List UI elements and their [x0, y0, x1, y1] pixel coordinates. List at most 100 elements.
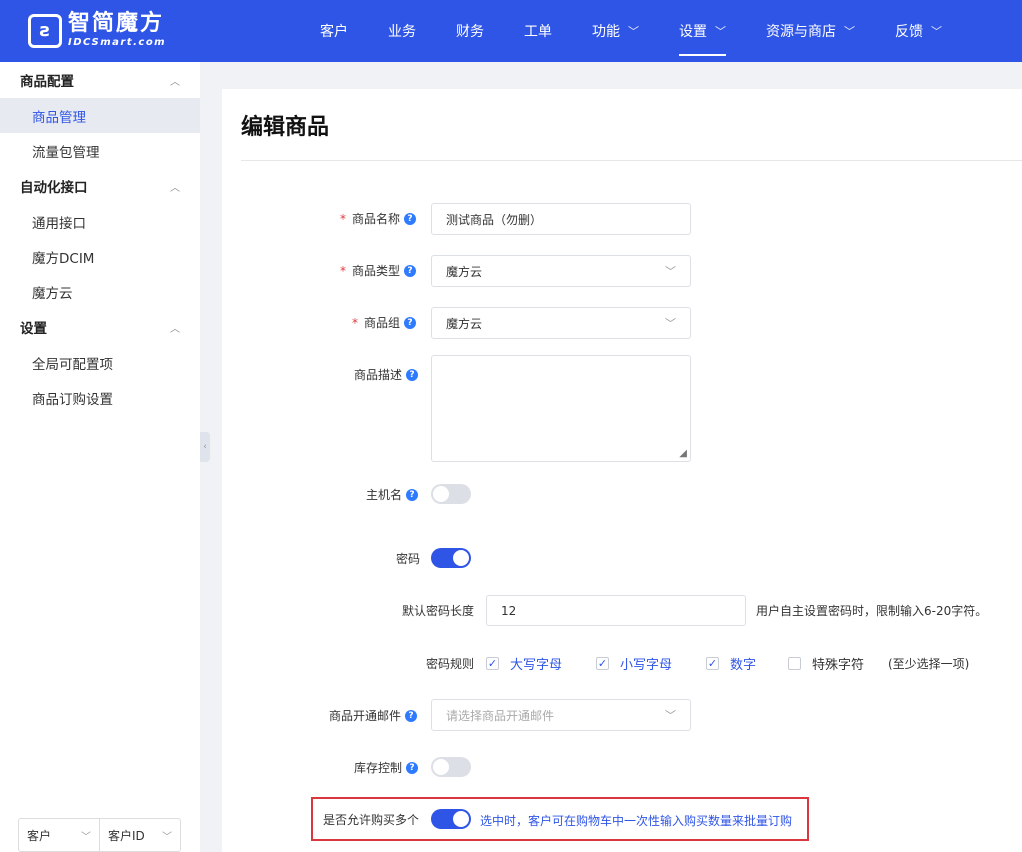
nav-resources-label: 资源与商店 [766, 24, 836, 40]
hostname-label-text: 主机名 [366, 488, 403, 502]
sidebar-group-automation-api[interactable]: 自动化接口 ︿ [0, 168, 200, 204]
nav-feedback-label: 反馈 [895, 24, 923, 40]
sidebar-item-dcim[interactable]: 魔方DCIM [0, 239, 200, 274]
sidebar-item-label: 魔方DCIM [32, 250, 95, 267]
sidebar-item-product-management[interactable]: 商品管理 [0, 98, 200, 133]
nav-ticket-label: 工单 [524, 24, 552, 40]
help-icon[interactable]: ? [405, 709, 418, 722]
nav-customer[interactable]: 客户 [300, 0, 368, 62]
sidebar-item-global-config[interactable]: 全局可配置项 [0, 345, 200, 380]
sidebar-item-order-settings[interactable]: 商品订购设置 [0, 380, 200, 415]
pwd-length-value: 12 [501, 603, 517, 618]
help-icon[interactable]: ? [404, 264, 417, 277]
product-desc-label-text: 商品描述 [354, 368, 403, 382]
sidebar-group-label: 设置 [20, 321, 47, 337]
product-desc-label: 商品描述? [354, 366, 419, 383]
help-icon[interactable]: ? [406, 761, 419, 774]
check-icon: ✓ [596, 657, 609, 670]
chevron-up-icon: ︿ [170, 76, 180, 88]
chevron-down-icon: ﹀ [628, 25, 639, 38]
password-label: 密码 [396, 550, 420, 567]
top-navbar: ꙅ 智简魔方 IDCSmart.com 客户 业务 财务 工单 功能 ﹀ 设置 ﹀ … [0, 0, 1022, 62]
resize-grip-icon[interactable]: ◢ [679, 448, 687, 459]
product-name-value: 测试商品（勿删） [446, 212, 543, 227]
chevron-down-icon: ﹀ [931, 25, 942, 38]
sidebar-group-label: 自动化接口 [20, 180, 88, 196]
checkbox-lowercase[interactable]: ✓ 小写字母 [596, 654, 672, 673]
sidebar-collapse-handle[interactable]: ‹ [200, 432, 210, 462]
sidebar-item-cloud[interactable]: 魔方云 [0, 274, 200, 309]
pwd-rules-note: (至少选择一项) [888, 657, 970, 671]
checkbox-digits[interactable]: ✓ 数字 [706, 654, 756, 673]
pwd-length-label: 默认密码长度 [402, 602, 474, 619]
check-icon: ✓ [486, 657, 499, 670]
product-name-input[interactable]: 测试商品（勿删） [431, 203, 691, 235]
pwd-length-input[interactable]: 12 [486, 595, 746, 626]
sidebar: 商品配置 ︿ 商品管理 流量包管理 自动化接口 ︿ 通用接口 魔方DCIM 魔方… [0, 62, 200, 852]
product-type-value: 魔方云 [446, 264, 483, 279]
logo-text: 智简魔方 IDCSmart.com [68, 13, 166, 48]
chevron-down-icon: ﹀ [665, 265, 676, 278]
help-icon[interactable]: ? [406, 368, 419, 381]
main-nav: 客户 业务 财务 工单 功能 ﹀ 设置 ﹀ 资源与商店 ﹀ 反馈 ﹀ [300, 0, 962, 62]
logo[interactable]: ꙅ 智简魔方 IDCSmart.com [28, 13, 166, 48]
nav-settings-label: 设置 [679, 24, 707, 40]
pwd-length-label-text: 默认密码长度 [402, 604, 475, 618]
nav-settings[interactable]: 设置 ﹀ [659, 0, 746, 62]
sidebar-search-selects: 客户 ﹀ 客户ID ﹀ [18, 818, 181, 852]
product-name-label-text: 商品名称 [352, 212, 401, 226]
nav-feedback[interactable]: 反馈 ﹀ [875, 0, 962, 62]
nav-business[interactable]: 业务 [368, 0, 436, 62]
help-icon[interactable]: ? [406, 488, 419, 501]
sidebar-item-generic-api[interactable]: 通用接口 [0, 204, 200, 239]
hostname-label: 主机名? [366, 486, 419, 503]
nav-ticket[interactable]: 工单 [504, 0, 572, 62]
nav-function[interactable]: 功能 ﹀ [572, 0, 659, 62]
toggle-knob [453, 550, 469, 566]
sidebar-group-product-config[interactable]: 商品配置 ︿ [0, 62, 200, 98]
password-label-text: 密码 [396, 552, 421, 566]
checkbox-uppercase[interactable]: ✓ 大写字母 [486, 654, 562, 673]
customer-id-select[interactable]: 客户ID ﹀ [99, 819, 180, 851]
pwd-rules-label: 密码规则 [426, 655, 474, 672]
help-icon[interactable]: ? [404, 212, 417, 225]
checkbox-special[interactable]: 特殊字符 [788, 654, 864, 673]
open-email-placeholder: 请选择商品开通邮件 [446, 708, 555, 723]
nav-finance[interactable]: 财务 [436, 0, 504, 62]
product-group-label-text: 商品组 [364, 316, 401, 330]
chevron-down-icon: ﹀ [81, 831, 91, 843]
checkbox-special-label: 特殊字符 [812, 658, 865, 673]
help-icon[interactable]: ? [404, 316, 417, 329]
product-type-select[interactable]: 魔方云 ﹀ [431, 255, 691, 287]
open-email-select[interactable]: 请选择商品开通邮件 ﹀ [431, 699, 691, 731]
hostname-toggle[interactable] [431, 484, 471, 504]
stock-toggle[interactable] [431, 757, 471, 777]
nav-resources-store[interactable]: 资源与商店 ﹀ [746, 0, 875, 62]
toggle-knob [433, 759, 449, 775]
chevron-down-icon: ﹀ [665, 709, 676, 722]
sidebar-item-label: 魔方云 [32, 285, 73, 302]
customer-select[interactable]: 客户 ﹀ [19, 819, 99, 851]
sidebar-item-label: 商品管理 [32, 109, 86, 126]
page-title: 编辑商品 [241, 115, 330, 140]
multi-buy-toggle[interactable] [431, 809, 471, 829]
chevron-up-icon: ︿ [170, 182, 180, 194]
multi-buy-label-text: 是否允许购买多个 [323, 813, 420, 827]
product-group-label: * 商品组? [352, 314, 417, 331]
sidebar-group-settings[interactable]: 设置 ︿ [0, 309, 200, 345]
chevron-down-icon: ﹀ [844, 25, 855, 38]
logo-en: IDCSmart.com [68, 37, 167, 48]
checkbox-digits-label: 数字 [730, 658, 757, 673]
product-type-label: * 商品类型? [340, 262, 417, 279]
sidebar-item-label: 商品订购设置 [32, 391, 113, 408]
required-mark: * [340, 263, 346, 278]
sidebar-item-traffic-package[interactable]: 流量包管理 [0, 133, 200, 168]
product-desc-textarea[interactable]: ◢ [431, 355, 691, 462]
chevron-down-icon: ﹀ [665, 317, 676, 330]
required-mark: * [340, 211, 346, 226]
open-email-label-text: 商品开通邮件 [329, 709, 402, 723]
checkbox-empty-icon [788, 657, 801, 670]
password-toggle[interactable] [431, 548, 471, 568]
sidebar-item-label: 全局可配置项 [32, 356, 113, 373]
product-group-select[interactable]: 魔方云 ﹀ [431, 307, 691, 339]
